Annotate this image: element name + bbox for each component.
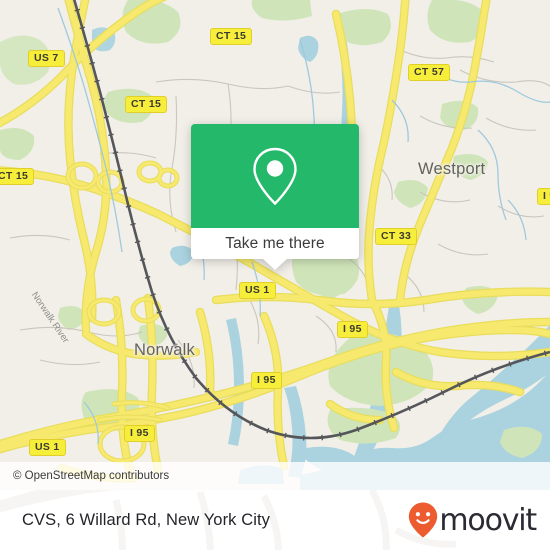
moovit-logo[interactable]: moovit	[408, 502, 537, 538]
road-shield-ct15-a[interactable]: CT 15	[210, 28, 253, 45]
road-shield-us1-b[interactable]: US 1	[29, 439, 66, 456]
road-shield-i95-a[interactable]: I 95	[337, 321, 368, 338]
attribution-text: © OpenStreetMap contributors	[13, 470, 170, 482]
popup-action-panel[interactable]: Take me there	[191, 228, 359, 270]
moovit-wordmark: moovit	[439, 502, 537, 538]
destination-popup-card[interactable]: Take me there	[191, 124, 359, 270]
road-shield-ct15-c[interactable]: CT 15	[0, 168, 35, 185]
map-canvas[interactable]: Westport Norwalk Norwalk River CT 15 US …	[0, 0, 550, 490]
road-shield-i95-c[interactable]: I 95	[124, 425, 155, 442]
road-shield-us7[interactable]: US 7	[28, 50, 65, 67]
popup-icon-panel	[191, 124, 359, 228]
road-shield-ct57[interactable]: CT 57	[408, 64, 451, 81]
road-shield-i95-d[interactable]: I 95	[537, 188, 550, 205]
popup-pointer-tail	[262, 258, 288, 270]
road-shield-i95-b[interactable]: I 95	[251, 372, 282, 389]
location-address-label: CVS, 6 Willard Rd, New York City	[22, 510, 271, 529]
map-pin-icon	[253, 147, 297, 206]
footer-bar: CVS, 6 Willard Rd, New York City moovit	[0, 490, 550, 550]
road-shield-ct33[interactable]: CT 33	[375, 228, 418, 245]
moovit-smiley-pin-icon	[409, 502, 438, 538]
road-shield-us1-a[interactable]: US 1	[239, 282, 276, 299]
place-label-westport: Westport	[418, 160, 486, 178]
map-screenshot: Westport Norwalk Norwalk River CT 15 US …	[0, 0, 550, 550]
take-me-there-label: Take me there	[225, 234, 325, 252]
map-attribution-bar: © OpenStreetMap contributors	[0, 462, 550, 490]
road-shield-ct15-b[interactable]: CT 15	[125, 96, 168, 113]
place-label-norwalk: Norwalk	[134, 341, 195, 359]
